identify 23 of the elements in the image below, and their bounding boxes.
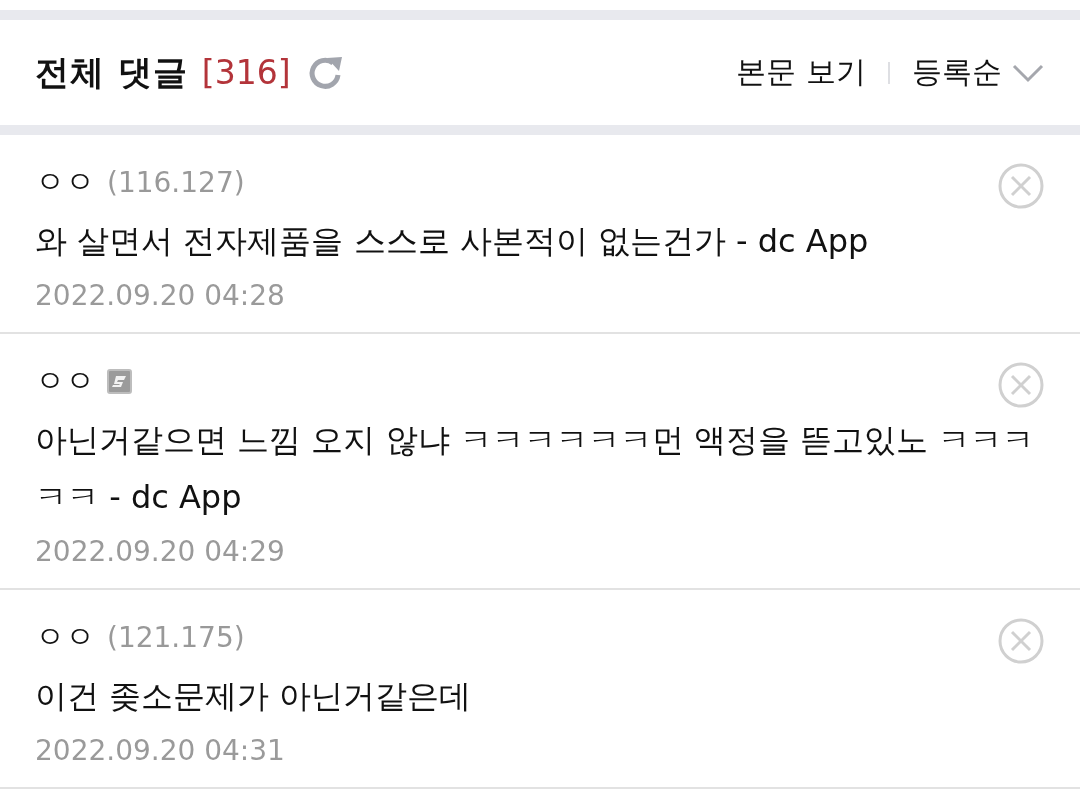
comment-author: ㅇㅇ [35,361,95,400]
sort-dropdown[interactable]: 등록순 [912,52,1044,93]
delete-button[interactable] [998,362,1044,408]
comment-author: ㅇㅇ [35,162,95,201]
comment-date: 2022.09.20 04:31 [35,734,285,767]
nick-badge-icon [107,368,132,394]
comment-count: [316] [201,53,291,92]
delete-button[interactable] [998,618,1044,664]
comment-author: ㅇㅇ [35,617,95,656]
chevron-down-icon [1012,62,1044,83]
comment-date: 2022.09.20 04:28 [35,279,285,312]
close-circle-icon [998,618,1044,664]
close-circle-icon [998,163,1044,209]
ip-address: (121.175) [107,620,245,654]
comment-text: 이건 좆소문제가 아닌거같은데 [35,676,473,717]
comments-title: 전체 댓글 [35,50,188,94]
ip-address: (116.127) [107,165,245,199]
delete-button[interactable] [998,163,1044,209]
view-post-link[interactable]: 본문 보기 [736,52,866,93]
comment-text: 아닌거같으면 느낌 오지 않냐 ㅋㅋㅋㅋㅋㅋ먼 액정을 뜯고있노 ㅋㅋㅋㅋㅋ - dc App [35,420,1036,518]
close-circle-icon [998,362,1044,408]
comment-date: 2022.09.20 04:29 [35,535,285,568]
comment-text: 와 살면서 전자제품을 스스로 사본적이 없는건가 - dc App [35,221,870,262]
